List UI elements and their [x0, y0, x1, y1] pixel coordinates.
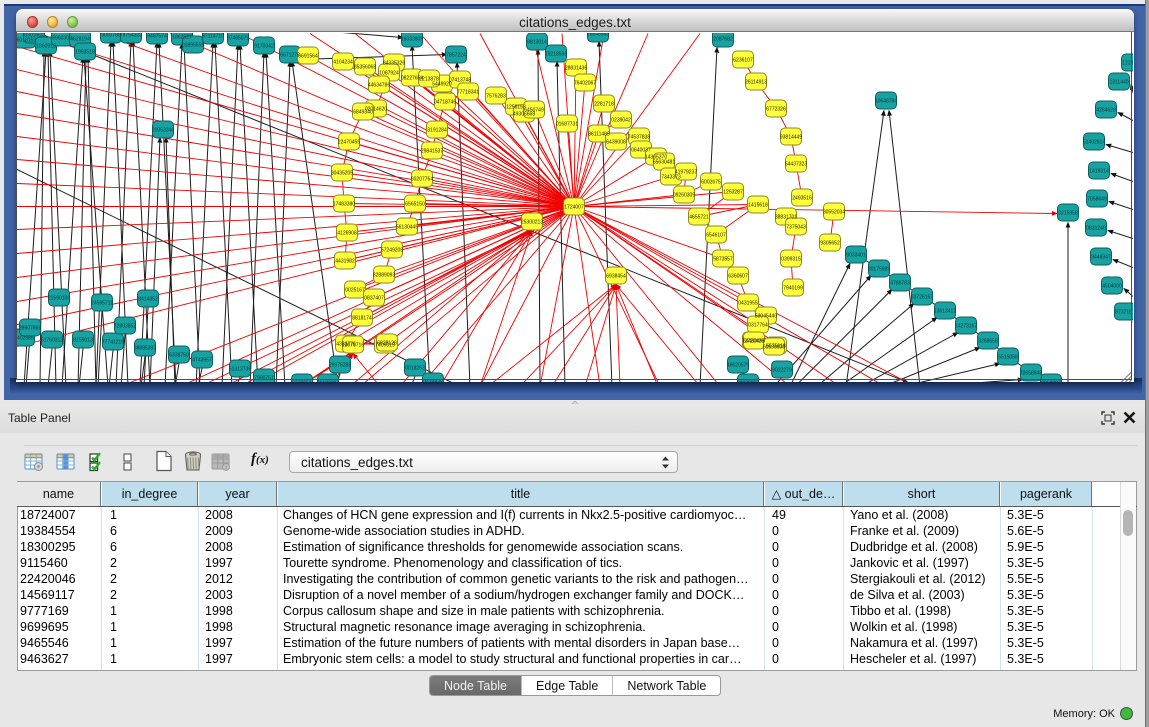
svg-text:x: x	[225, 465, 228, 471]
